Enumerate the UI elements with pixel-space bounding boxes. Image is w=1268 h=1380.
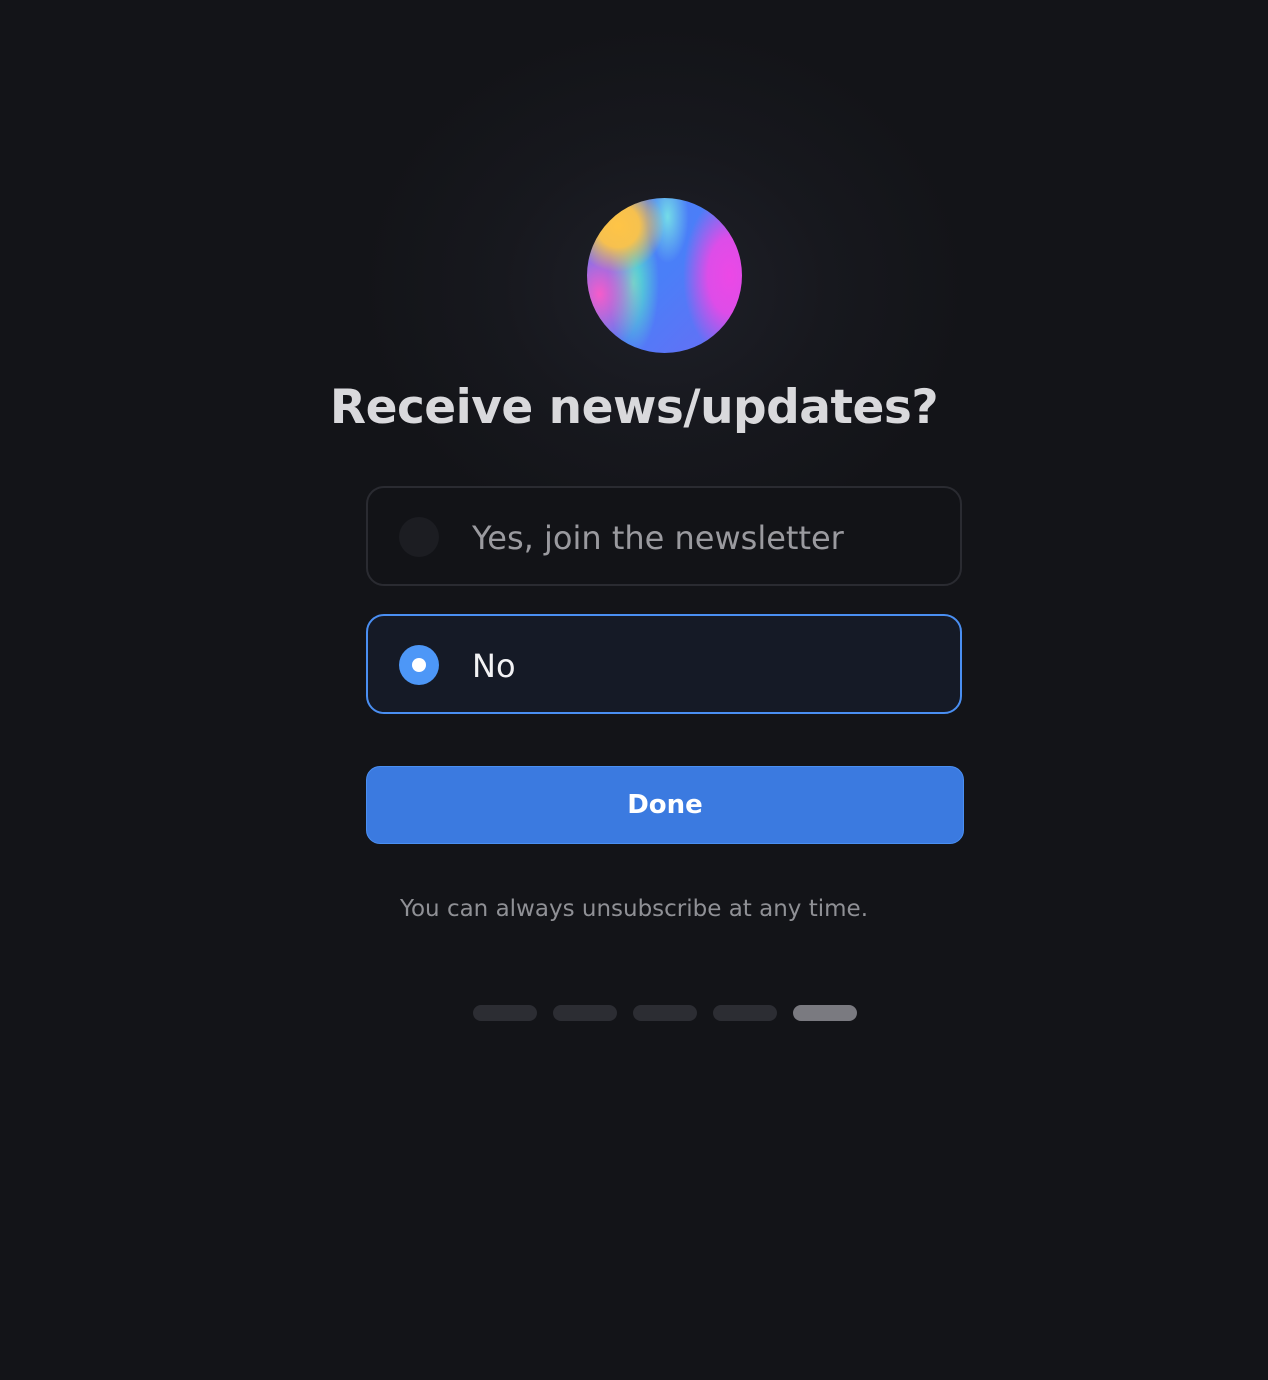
done-button[interactable]: Done bbox=[366, 766, 964, 844]
step-dot-3[interactable] bbox=[633, 1005, 697, 1021]
unsubscribe-note: You can always unsubscribe at any time. bbox=[399, 896, 869, 922]
gradient-orb-logo bbox=[587, 198, 742, 353]
option-no[interactable]: No bbox=[366, 614, 962, 714]
option-yes-newsletter[interactable]: Yes, join the newsletter bbox=[366, 486, 962, 586]
option-label: Yes, join the newsletter bbox=[472, 519, 844, 557]
radio-selected-icon[interactable] bbox=[399, 645, 439, 685]
step-dot-5-active[interactable] bbox=[793, 1005, 857, 1021]
step-dot-1[interactable] bbox=[473, 1005, 537, 1021]
step-indicator bbox=[473, 1005, 857, 1021]
page-title: Receive news/updates? bbox=[329, 380, 939, 435]
step-dot-4[interactable] bbox=[713, 1005, 777, 1021]
step-dot-2[interactable] bbox=[553, 1005, 617, 1021]
option-label: No bbox=[472, 647, 516, 685]
radio-unselected-icon[interactable] bbox=[399, 517, 439, 557]
